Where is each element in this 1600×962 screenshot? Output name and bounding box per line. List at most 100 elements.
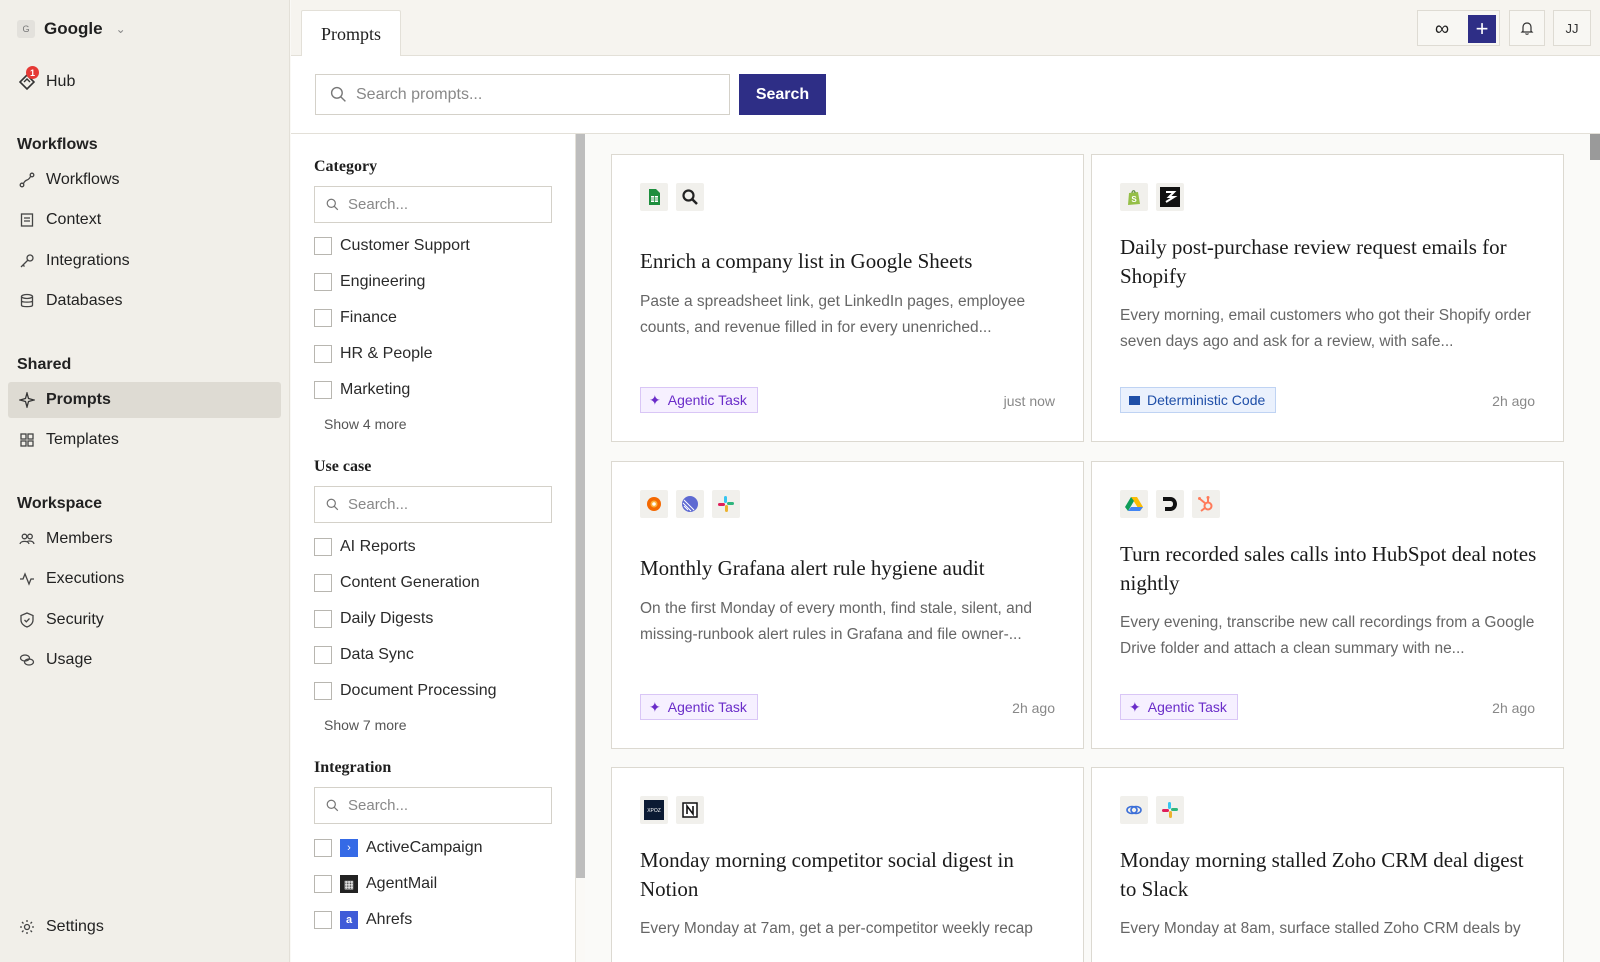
sidebar: G Google ⌄ 1 Hub Workflows Workflows Con…: [0, 0, 290, 962]
checkbox[interactable]: [314, 237, 332, 255]
checkbox[interactable]: [314, 646, 332, 664]
notification-badge: 1: [26, 66, 39, 79]
filter-scrollbar[interactable]: [576, 134, 585, 878]
org-name: Google: [44, 19, 103, 38]
prompt-card[interactable]: S Daily post-purchase review request ema…: [1091, 154, 1564, 442]
agentic-task-tag: ✦ Agentic Task: [640, 387, 758, 413]
category-option[interactable]: Marketing: [314, 379, 410, 401]
main-scrollbar[interactable]: [1590, 134, 1600, 160]
category-show-more[interactable]: Show 4 more: [324, 416, 406, 432]
card-timestamp: 2h ago: [1012, 700, 1055, 716]
card-title: Enrich a company list in Google Sheets: [640, 249, 973, 273]
nav-security[interactable]: Security: [8, 602, 281, 638]
prompt-card[interactable]: Enrich a company list in Google Sheets P…: [611, 154, 1084, 442]
retool-icon: [1156, 183, 1184, 211]
prompt-card[interactable]: Monthly Grafana alert rule hygiene audit…: [611, 461, 1084, 749]
card-description: Every Monday at 7am, get a per-competito…: [640, 920, 1033, 937]
use-case-option[interactable]: Document Processing: [314, 680, 497, 702]
infinity-icon[interactable]: ∞: [1424, 15, 1460, 43]
nav-integrations[interactable]: Integrations: [8, 243, 281, 279]
avatar[interactable]: JJ: [1553, 10, 1591, 46]
nav-hub[interactable]: 1 Hub: [8, 64, 281, 100]
nav-context[interactable]: Context: [8, 202, 281, 238]
option-label: Content Generation: [340, 574, 480, 591]
tag-label: Agentic Task: [667, 392, 747, 408]
integration-search-input[interactable]: Search...: [314, 787, 552, 824]
ahrefs-icon: a: [340, 911, 358, 929]
use-case-search-input[interactable]: Search...: [314, 486, 552, 523]
category-option[interactable]: Customer Support: [314, 235, 470, 257]
tag-label: Deterministic Code: [1147, 392, 1266, 408]
use-case-option[interactable]: Daily Digests: [314, 608, 433, 630]
search-icon: [326, 198, 339, 211]
nav-templates[interactable]: Templates: [8, 422, 281, 458]
card-title: Turn recorded sales calls into HubSpot d…: [1120, 542, 1537, 595]
use-case-option[interactable]: AI Reports: [314, 536, 416, 558]
option-label: ActiveCampaign: [366, 839, 483, 856]
category-option[interactable]: Engineering: [314, 271, 425, 293]
nav-databases[interactable]: Databases: [8, 283, 281, 319]
card-description: Paste a spreadsheet link, get LinkedIn p…: [640, 293, 1026, 336]
checkbox[interactable]: [314, 381, 332, 399]
use-case-option[interactable]: Data Sync: [314, 644, 414, 666]
category-option[interactable]: Finance: [314, 307, 397, 329]
agentic-task-tag: ✦ Agentic Task: [640, 694, 758, 720]
nav-label: Databases: [46, 292, 123, 309]
shield-icon: [18, 611, 36, 629]
use-case-show-more[interactable]: Show 7 more: [324, 717, 406, 733]
nav-executions[interactable]: Executions: [8, 561, 281, 597]
category-option[interactable]: HR & People: [314, 343, 433, 365]
add-button[interactable]: +: [1468, 15, 1496, 43]
tab-prompts[interactable]: Prompts: [301, 10, 401, 57]
checkbox[interactable]: [314, 273, 332, 291]
notifications-button[interactable]: [1509, 10, 1545, 46]
nav-label: Security: [46, 611, 104, 628]
activity-icon: [18, 570, 36, 588]
integration-option[interactable]: › ActiveCampaign: [314, 837, 483, 859]
checkbox[interactable]: [314, 839, 332, 857]
hub-icon: 1: [18, 66, 39, 91]
nav-prompts[interactable]: Prompts: [8, 382, 281, 418]
nav-label: Settings: [46, 918, 104, 935]
nav-label: Context: [46, 211, 102, 228]
search-input[interactable]: Search prompts...: [315, 74, 730, 115]
checkbox[interactable]: [314, 911, 332, 929]
sparkle-icon: ✦: [649, 391, 661, 408]
prompt-card[interactable]: XPOZ Monday morning competitor social di…: [611, 767, 1084, 962]
checkbox[interactable]: [314, 309, 332, 327]
prompt-card[interactable]: Turn recorded sales calls into HubSpot d…: [1091, 461, 1564, 749]
workflow-icon: [18, 171, 36, 189]
category-title: Category: [314, 158, 378, 175]
integration-option[interactable]: ▦ AgentMail: [314, 873, 437, 895]
nav-settings[interactable]: Settings: [8, 909, 281, 945]
sparkle-icon: ✦: [649, 698, 661, 715]
option-label: Data Sync: [340, 646, 414, 663]
checkbox[interactable]: [314, 345, 332, 363]
top-bar: Prompts ∞ + JJ: [291, 0, 1600, 57]
google-sheets-icon: [640, 183, 668, 211]
search-icon: [330, 86, 346, 102]
integration-option[interactable]: a Ahrefs: [314, 909, 412, 931]
option-label: Ahrefs: [366, 911, 413, 928]
category-search-input[interactable]: Search...: [314, 186, 552, 223]
nav-label: Hub: [46, 73, 76, 90]
checkbox[interactable]: [314, 574, 332, 592]
card-description: Every evening, transcribe new call recor…: [1120, 614, 1535, 657]
slack-icon: [712, 490, 740, 518]
prompt-card[interactable]: Monday morning stalled Zoho CRM deal dig…: [1091, 767, 1564, 962]
search-button[interactable]: Search: [739, 74, 826, 115]
nav-workflows[interactable]: Workflows: [8, 162, 281, 198]
search-icon: [676, 183, 704, 211]
checkbox[interactable]: [314, 682, 332, 700]
checkbox[interactable]: [314, 875, 332, 893]
shopify-icon: S: [1120, 183, 1148, 211]
card-timestamp: just now: [1003, 393, 1055, 409]
nav-members[interactable]: Members: [8, 521, 281, 557]
card-title: Monday morning competitor social digest …: [640, 848, 1014, 901]
option-label: Engineering: [340, 273, 426, 290]
checkbox[interactable]: [314, 538, 332, 556]
org-switcher[interactable]: G Google ⌄: [17, 18, 126, 40]
checkbox[interactable]: [314, 610, 332, 628]
nav-usage[interactable]: Usage: [8, 642, 281, 678]
use-case-option[interactable]: Content Generation: [314, 572, 480, 594]
